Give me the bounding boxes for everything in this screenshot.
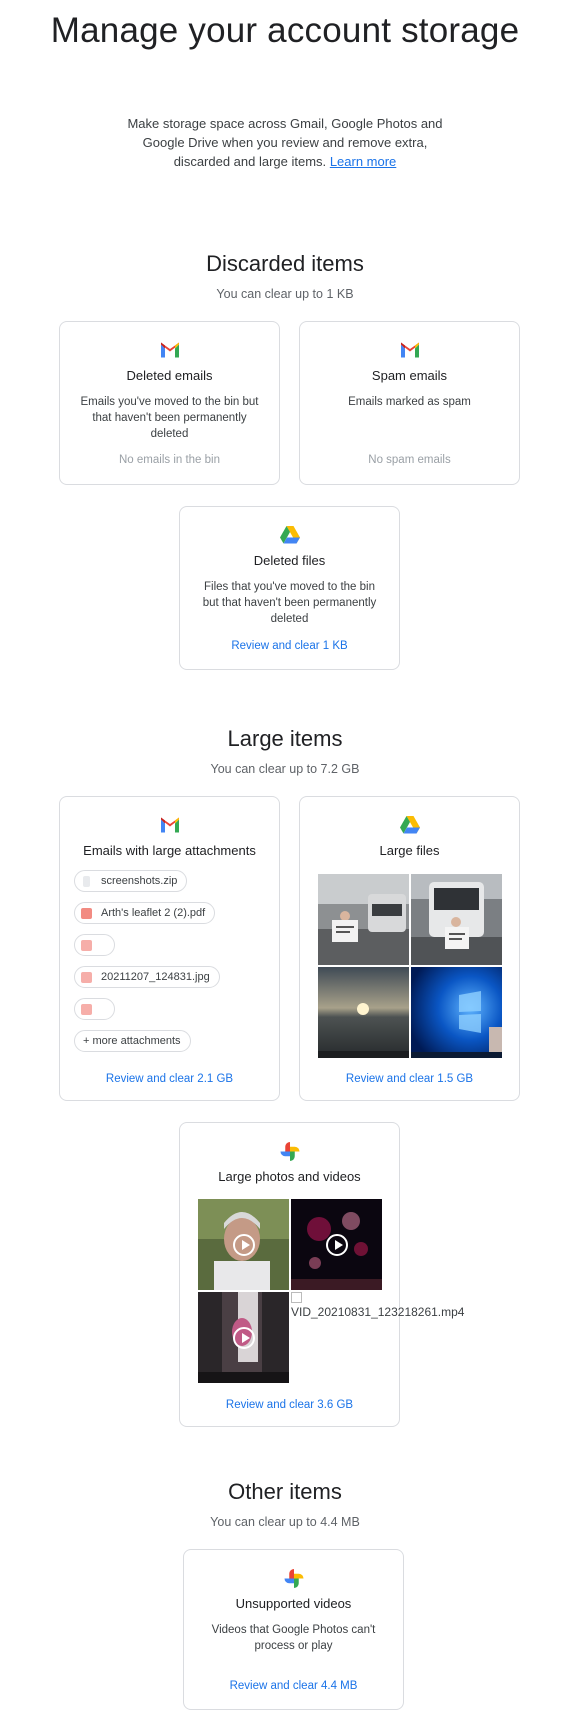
attachment-chip[interactable]: screenshots.zip <box>74 870 188 892</box>
spam-emails-desc: Emails marked as spam <box>348 396 471 408</box>
image-file-icon <box>81 971 92 983</box>
deleted-emails-card[interactable]: Deleted emails Emails you've moved to th… <box>59 321 280 485</box>
unsupported-videos-title: Unsupported videos <box>235 1596 352 1611</box>
large-files-review-link[interactable]: Review and clear 1.5 GB <box>300 1071 519 1087</box>
attachments-review-link[interactable]: Review and clear 2.1 GB <box>60 1071 279 1087</box>
drive-icon <box>279 526 300 544</box>
page-title: Manage your account storage <box>0 10 570 52</box>
deleted-emails-title: Deleted emails <box>126 368 213 383</box>
image-file-icon <box>81 1003 92 1015</box>
play-icon <box>325 1233 348 1256</box>
video-thumbnail-fireworks[interactable] <box>291 1199 382 1290</box>
gmail-icon <box>160 342 179 358</box>
photos-icon <box>280 1142 299 1161</box>
play-icon <box>232 1233 255 1256</box>
unsupported-videos-review-link[interactable]: Review and clear 4.4 MB <box>184 1678 403 1694</box>
spam-emails-title: Spam emails <box>371 368 448 383</box>
attachment-chip[interactable] <box>74 998 115 1020</box>
large-files-card[interactable]: Large files Review and clear 1.5 GB <box>299 796 520 1101</box>
image-file-icon <box>81 939 92 951</box>
unsupported-videos-desc: Videos that Google Photos can't process … <box>211 1624 376 1652</box>
pdf-file-icon <box>81 907 92 919</box>
learn-more-link[interactable]: Learn more <box>330 154 396 169</box>
large-photos-card[interactable]: Large photos and videos VID_20210831_123… <box>179 1122 464 1427</box>
more-attachments-label: + more attachments <box>83 1035 181 1047</box>
drive-icon <box>399 816 420 834</box>
page-title-text: Manage your account storage <box>50 11 520 50</box>
file-thumbnail-bus-protest[interactable] <box>411 874 502 965</box>
deleted-emails-status: No emails in the bin <box>119 454 220 466</box>
photo-thumbnail <box>411 874 502 965</box>
gmail-icon <box>400 342 419 358</box>
play-icon <box>232 1326 255 1349</box>
attachment-chip[interactable]: 20211207_124831.jpg <box>74 966 220 988</box>
spam-emails-card[interactable]: Spam emails Emails marked as spam No spa… <box>299 321 520 485</box>
more-attachments-chip[interactable]: + more attachments <box>74 1030 191 1052</box>
discarded-section-subtitle: You can clear up to 1 KB <box>216 287 354 301</box>
gmail-icon <box>160 817 179 833</box>
deleted-files-review-link[interactable]: Review and clear 1 KB <box>180 638 399 654</box>
photo-thumbnail <box>318 874 409 965</box>
photo-thumbnail <box>411 967 502 1058</box>
deleted-files-card[interactable]: Deleted files Files that you've moved to… <box>179 506 400 670</box>
attachment-name: Arth's leaflet 2 (2).pdf <box>101 907 206 919</box>
broken-video-caption: VID_20210831_123218261.mp4 <box>291 1305 465 1319</box>
broken-image-icon <box>291 1292 302 1303</box>
large-files-title: Large files <box>379 843 440 858</box>
photos-icon <box>284 1569 303 1588</box>
unsupported-videos-card[interactable]: Unsupported videos Videos that Google Ph… <box>183 1549 404 1710</box>
deleted-files-title: Deleted files <box>253 553 326 568</box>
file-thumbnail-street-protest[interactable] <box>318 874 409 965</box>
attachment-name: screenshots.zip <box>101 875 178 887</box>
broken-video-thumbnail[interactable]: VID_20210831_123218261.mp4 <box>291 1292 464 1319</box>
other-section-title: Other items <box>228 1479 342 1504</box>
deleted-files-desc: Files that you've moved to the bin but t… <box>202 581 377 625</box>
large-attachments-title: Emails with large attachments <box>83 843 256 858</box>
intro-text: Make storage space across Gmail, Google … <box>125 114 445 171</box>
spam-emails-status: No spam emails <box>368 454 451 466</box>
large-photos-review-link[interactable]: Review and clear 3.6 GB <box>180 1397 399 1413</box>
attachment-chip[interactable] <box>74 934 115 956</box>
large-attachments-card[interactable]: Emails with large attachments screenshot… <box>59 796 280 1101</box>
zip-file-icon <box>83 875 90 887</box>
attachment-name: 20211207_124831.jpg <box>101 971 210 983</box>
large-section-subtitle: You can clear up to 7.2 GB <box>210 762 360 776</box>
file-thumbnail-windows-desktop[interactable] <box>411 967 502 1058</box>
attachment-chip[interactable]: Arth's leaflet 2 (2).pdf <box>74 902 216 924</box>
deleted-emails-desc: Emails you've moved to the bin but that … <box>80 396 259 440</box>
large-photos-title: Large photos and videos <box>218 1169 361 1184</box>
video-thumbnail-door[interactable] <box>198 1292 289 1383</box>
other-section-subtitle: You can clear up to 4.4 MB <box>210 1515 360 1529</box>
file-thumbnail-sunset[interactable] <box>318 967 409 1058</box>
photo-thumbnail <box>318 967 409 1058</box>
video-thumbnail-portrait[interactable] <box>198 1199 289 1290</box>
large-section-title: Large items <box>227 726 343 751</box>
discarded-section-title: Discarded items <box>206 251 364 276</box>
